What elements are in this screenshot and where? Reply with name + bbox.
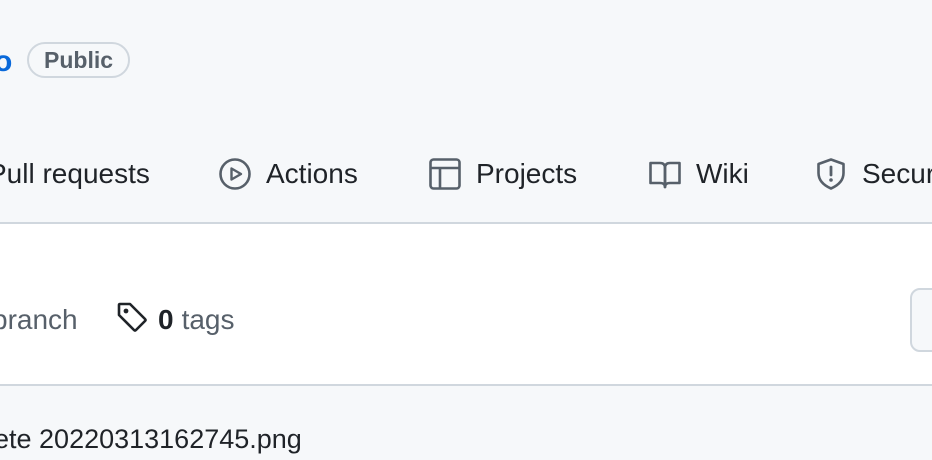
tags-count: 0 bbox=[158, 304, 174, 335]
tab-label: Wiki bbox=[696, 158, 749, 189]
go-to-file-button[interactable] bbox=[910, 288, 932, 352]
tab-projects[interactable]: Projects bbox=[428, 152, 577, 196]
tab-wiki[interactable]: Wiki bbox=[648, 152, 749, 196]
repo-name-link[interactable]: o bbox=[0, 44, 12, 80]
shield-icon bbox=[814, 157, 848, 191]
latest-commit-row: ete 20220313162745.png bbox=[0, 386, 932, 460]
branch-link[interactable]: branch bbox=[0, 302, 78, 338]
tab-label: Secur bbox=[862, 158, 932, 189]
tab-actions[interactable]: Actions bbox=[218, 152, 358, 196]
tab-security[interactable]: Secur bbox=[814, 152, 932, 196]
tab-label: Pull requests bbox=[0, 158, 150, 189]
play-icon bbox=[218, 157, 252, 191]
tab-pull-requests[interactable]: Pull requests bbox=[0, 152, 150, 196]
commit-message-link[interactable]: ete 20220313162745.png bbox=[0, 422, 302, 456]
repo-header: o Public Pull requests Actions Projects bbox=[0, 0, 932, 224]
tags-label: tags bbox=[181, 304, 235, 335]
tab-label: Projects bbox=[476, 158, 578, 189]
repo-meta-row: branch 0 tags bbox=[0, 224, 932, 384]
visibility-badge: Public bbox=[27, 42, 131, 78]
table-icon bbox=[428, 157, 462, 191]
tag-icon bbox=[116, 301, 148, 340]
tags-link[interactable]: 0 tags bbox=[116, 300, 235, 340]
tab-label: Actions bbox=[266, 158, 358, 189]
book-icon bbox=[648, 157, 682, 191]
